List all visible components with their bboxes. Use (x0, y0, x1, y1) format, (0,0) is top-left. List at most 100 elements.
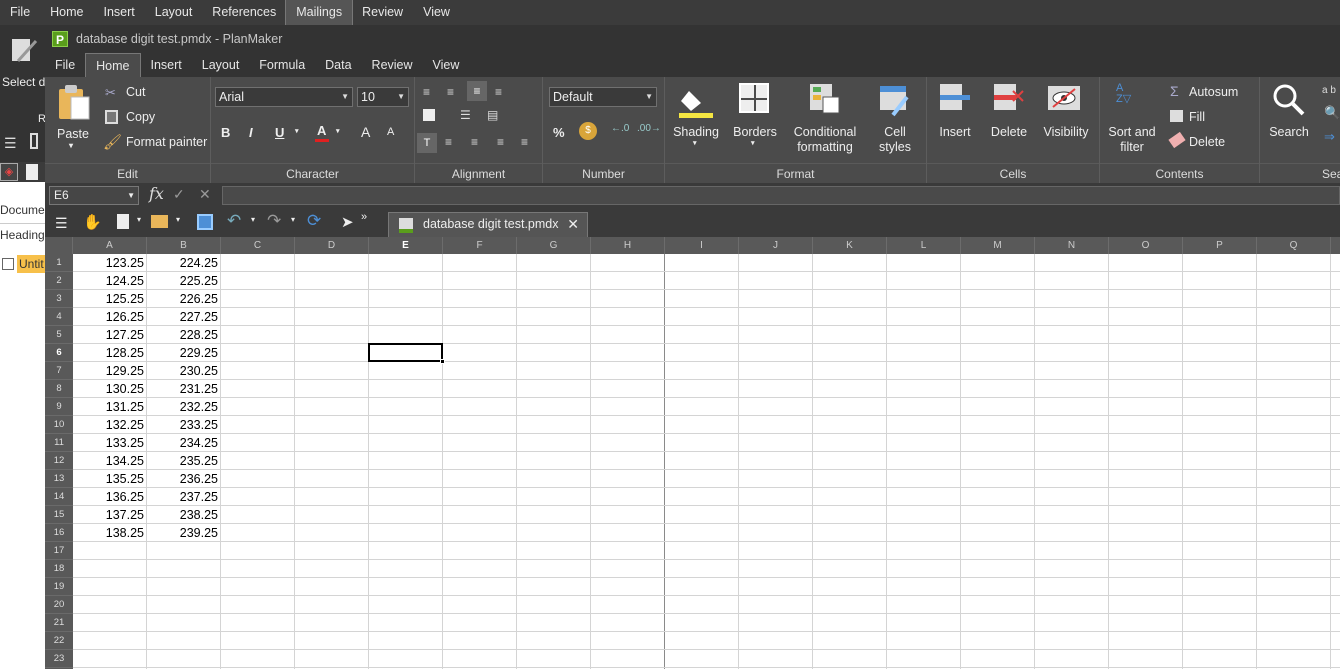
back-menu-file[interactable]: File (0, 0, 40, 25)
underline-dropdown-icon[interactable]: ▾ (295, 127, 299, 135)
search-icon[interactable] (1272, 83, 1306, 120)
cell-a5[interactable]: 127.25 (73, 326, 147, 344)
back-menu-layout[interactable]: Layout (145, 0, 203, 25)
column-header-c[interactable]: C (221, 237, 295, 254)
cell-b4[interactable]: 227.25 (147, 308, 221, 326)
cell-a14[interactable]: 136.25 (73, 488, 147, 506)
confirm-icon[interactable]: ✓ (173, 186, 185, 203)
align-right-icon[interactable]: ≡ (497, 135, 504, 149)
shrink-font-button[interactable]: A (387, 126, 394, 138)
cell-b12[interactable]: 235.25 (147, 452, 221, 470)
font-color-button[interactable]: A (317, 123, 326, 138)
cell-a7[interactable]: 129.25 (73, 362, 147, 380)
back-menu-review[interactable]: Review (352, 0, 413, 25)
delete-cells-button[interactable]: Delete (983, 125, 1035, 140)
cell-styles-icon[interactable] (879, 85, 911, 120)
back-menu-references[interactable]: References (202, 0, 286, 25)
align-center-icon[interactable]: ≡ (471, 135, 478, 149)
cell-styles-button[interactable]: Cell styles (871, 125, 919, 155)
back-menu-view[interactable]: View (413, 0, 460, 25)
wrap-icon[interactable] (423, 109, 435, 121)
font-color-dropdown-icon[interactable]: ▾ (336, 127, 340, 135)
column-header-d[interactable]: D (295, 237, 369, 254)
cell-b10[interactable]: 233.25 (147, 416, 221, 434)
cell-a1[interactable]: 123.25 (73, 254, 147, 272)
borders-dropdown-icon[interactable]: ▾ (751, 139, 755, 147)
autosum-button[interactable]: Autosum (1189, 85, 1238, 99)
row-header-4[interactable]: 4 (45, 308, 73, 326)
column-header-j[interactable]: J (739, 237, 813, 254)
column-header-k[interactable]: K (813, 237, 887, 254)
menu-view[interactable]: View (423, 53, 470, 77)
cell-a8[interactable]: 130.25 (73, 380, 147, 398)
column-header-p[interactable]: P (1183, 237, 1257, 254)
select-database-icon[interactable] (10, 35, 38, 67)
increase-decimal-icon[interactable]: ←.0 (611, 123, 629, 134)
delete-cells-icon[interactable] (993, 83, 1025, 116)
menu-formula[interactable]: Formula (249, 53, 315, 77)
cell-a6[interactable]: 128.25 (73, 344, 147, 362)
shading-button[interactable]: Shading (667, 125, 725, 140)
cell-b1[interactable]: 224.25 (147, 254, 221, 272)
grow-font-button[interactable]: A (361, 124, 370, 140)
menu-layout[interactable]: Layout (192, 53, 250, 77)
italic-button[interactable]: I (249, 125, 253, 140)
cell-b2[interactable]: 225.25 (147, 272, 221, 290)
document-tab[interactable]: database digit test.pmdx ✕ (388, 212, 588, 237)
decrease-decimal-icon[interactable]: .00→ (637, 123, 661, 134)
copy-button[interactable]: Copy (126, 110, 155, 124)
cell-b6[interactable]: 229.25 (147, 344, 221, 362)
row-header-7[interactable]: 7 (45, 362, 73, 380)
cell-b7[interactable]: 230.25 (147, 362, 221, 380)
column-header-l[interactable]: L (887, 237, 961, 254)
underline-button[interactable]: U (275, 125, 284, 140)
cell-b16[interactable]: 239.25 (147, 524, 221, 542)
row-header-20[interactable]: 20 (45, 596, 73, 614)
column-header-f[interactable]: F (443, 237, 517, 254)
back-doc-icon[interactable] (26, 164, 38, 180)
menu-data[interactable]: Data (315, 53, 361, 77)
open-folder-icon[interactable] (151, 215, 168, 228)
cell-b14[interactable]: 237.25 (147, 488, 221, 506)
repeat-icon[interactable]: ⟳ (307, 211, 321, 231)
row-header-11[interactable]: 11 (45, 434, 73, 452)
column-header-i[interactable]: I (665, 237, 739, 254)
paste-icon[interactable] (57, 83, 91, 124)
visibility-button[interactable]: Visibility (1037, 125, 1095, 140)
compass-icon[interactable]: ◈ (0, 163, 18, 181)
indent-icon[interactable]: ▤ (487, 108, 498, 122)
untitled-item[interactable]: Untit (17, 255, 45, 273)
formula-input[interactable] (222, 186, 1340, 205)
goto-icon[interactable]: ⇒ (1324, 129, 1335, 145)
column-header-q[interactable]: Q (1257, 237, 1331, 254)
sort-filter-button[interactable]: Sort and filter (1104, 125, 1160, 155)
column-header-m[interactable]: M (961, 237, 1035, 254)
fill-button[interactable]: Fill (1189, 110, 1205, 124)
redo-icon[interactable]: ↷ (267, 211, 281, 231)
autosum-icon[interactable]: Σ (1170, 83, 1179, 99)
column-header-n[interactable]: N (1035, 237, 1109, 254)
number-format-select[interactable]: Default ▼ (549, 87, 657, 107)
fill-icon[interactable] (1170, 110, 1183, 122)
eraser-icon[interactable] (1168, 131, 1186, 149)
column-header-b[interactable]: B (147, 237, 221, 254)
undo-icon[interactable]: ↶ (227, 211, 241, 231)
cell-a9[interactable]: 131.25 (73, 398, 147, 416)
column-header-e[interactable]: E (369, 237, 443, 254)
row-header-15[interactable]: 15 (45, 506, 73, 524)
close-icon[interactable]: ✕ (567, 213, 579, 235)
column-header-o[interactable]: O (1109, 237, 1183, 254)
align-middle-icon[interactable]: ≡ (447, 85, 454, 99)
row-header-6[interactable]: 6 (45, 344, 73, 362)
insert-cells-button[interactable]: Insert (931, 125, 979, 140)
cell-b3[interactable]: 226.25 (147, 290, 221, 308)
cancel-icon[interactable]: ✕ (199, 186, 211, 203)
cell-grid[interactable]: 123.25 124.25 125.25 126.25 127.25 128.25 129.… (73, 254, 1340, 669)
cell-a11[interactable]: 133.25 (73, 434, 147, 452)
row-header-1[interactable]: 1 (45, 254, 73, 272)
cell-a10[interactable]: 132.25 (73, 416, 147, 434)
menu-icon[interactable]: ☰ (55, 215, 68, 232)
align-left-icon[interactable]: ≡ (445, 135, 452, 149)
column-header-h[interactable]: H (591, 237, 665, 254)
untitled-checkbox[interactable] (2, 258, 14, 270)
